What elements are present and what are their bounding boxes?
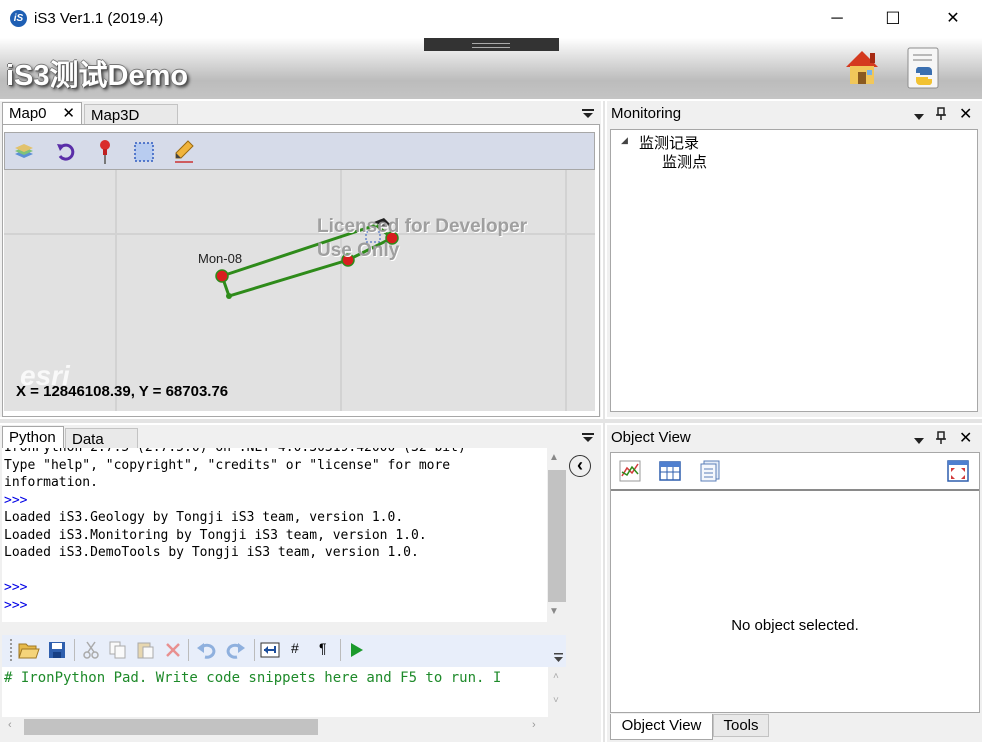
scroll-up-icon[interactable]: ▲ [549,452,559,463]
tree-item-monitoring-records[interactable]: 监测记录 [639,132,699,153]
maximize-button[interactable]: ☐ [870,0,916,38]
watermark-line2: Use Only [317,240,400,261]
scrollbar-thumb[interactable] [548,470,566,602]
pad-horizontal-scrollbar[interactable]: ‹ › [2,717,547,737]
banner-title: iS3测试Demo [6,60,189,92]
toolbar-overflow-icon[interactable] [554,653,564,665]
tab-object-view[interactable]: Object View [610,714,713,740]
copy-icon[interactable] [109,641,127,662]
license-watermark: Licensed for Developer Use Only [317,215,527,263]
tab-tools[interactable]: Tools [713,714,769,737]
map-coordinates: X = 12846108.39, Y = 68703.76 [16,383,229,400]
scroll-left-icon[interactable]: ‹ [8,719,12,731]
toolbar-separator [254,639,255,661]
panel-close-icon[interactable]: ✕ [959,104,972,124]
indent-icon[interactable] [260,641,280,662]
list-icon[interactable] [699,460,721,485]
python-script-icon[interactable] [904,45,944,91]
save-icon[interactable] [48,641,66,662]
object-view-content: No object selected. [610,452,980,713]
scroll-down-icon[interactable]: ˅ [553,695,559,706]
console-line: Loaded iS3.Monitoring by Tongji iS3 team… [4,527,427,543]
toolbar-separator [188,639,189,661]
object-view-title: Object View [611,429,691,446]
pad-toolbar: # ¶ [2,635,566,667]
pin-icon[interactable] [935,107,947,124]
select-rectangle-icon[interactable] [133,141,155,166]
panel-dropdown-icon[interactable] [913,433,925,449]
tab-map0[interactable]: Map0 ✕ [2,102,82,126]
console-line: Loaded iS3.DemoTools by Tongji iS3 team,… [4,545,419,560]
scroll-right-icon[interactable]: › [532,719,536,731]
console-prompt: >>> [4,492,28,508]
delete-icon[interactable] [164,641,182,662]
collapse-circle-button[interactable]: ‹ [569,455,591,477]
refresh-icon[interactable] [55,141,77,166]
tab-close-icon[interactable]: ✕ [62,103,75,125]
window-title: iS3 Ver1.1 (2019.4) [34,10,164,27]
monitoring-title: Monitoring [611,105,682,122]
pin-icon[interactable] [935,431,947,448]
map-canvas[interactable]: Mon-08 Licensed for Developer Use Only e… [4,170,595,411]
python-console[interactable]: IronPython 2.7.5 (2.7.5.0) on .NET 4.0.3… [2,448,567,622]
console-prompt: >>> [4,597,28,613]
map-toolbar [4,132,595,170]
table-icon[interactable] [659,460,681,485]
title-bar: iS iS3 Ver1.1 (2019.4) ─ ☐ ✕ [0,0,982,38]
tab-map0-label: Map0 [9,105,47,122]
pad-vertical-scrollbar[interactable]: ˄ ˅ [548,667,568,717]
home-icon[interactable] [844,47,880,87]
open-folder-icon[interactable] [18,641,40,662]
close-button[interactable]: ✕ [930,0,976,38]
minimize-button[interactable]: ─ [814,0,860,38]
pin-icon[interactable] [97,139,113,168]
toolbar-separator [340,639,341,661]
banner: iS3测试Demo [0,38,982,99]
pad-code-line: # IronPython Pad. Write code snippets he… [4,670,502,686]
console-scrollbar[interactable]: ▲ ▼ [547,448,567,622]
scroll-up-icon[interactable]: ˄ [553,671,559,682]
is3-logo-icon: iS [10,10,27,27]
tree-expander-icon[interactable]: ◢ [621,135,628,146]
console-prompt: >>> [4,580,28,595]
horizontal-splitter[interactable] [0,419,982,423]
hash-button[interactable]: # [291,640,299,656]
chart-icon[interactable] [619,460,641,485]
panel-dropdown-icon[interactable] [913,109,925,125]
paste-icon[interactable] [136,641,154,662]
tree-item-monitoring-points[interactable]: 监测点 [662,151,707,172]
console-line: Loaded iS3.Geology by Tongji iS3 team, v… [4,510,404,525]
cut-icon[interactable] [82,641,100,662]
pencil-icon[interactable] [173,139,195,166]
layers-icon[interactable] [13,142,35,165]
ribbon-collapse-handle[interactable] [424,38,559,51]
toolbar-grip [10,639,12,661]
panel-dropdown-icon[interactable] [580,107,596,123]
console-line: information. [4,475,98,490]
scroll-down-icon[interactable]: ▼ [549,606,559,617]
toolbar-separator [74,639,75,661]
console-output: IronPython 2.7.5 (2.7.5.0) on .NET 4.0.3… [4,448,466,614]
tab-python[interactable]: Python [2,426,64,450]
panel-dropdown-icon[interactable] [582,431,594,447]
empty-state-message: No object selected. [731,617,859,634]
monitoring-tree: ◢ 监测记录 监测点 [610,129,978,412]
console-line: Type "help", "copyright", "credits" or "… [4,457,451,473]
marker-label: Mon-08 [198,251,243,266]
panel-close-icon[interactable]: ✕ [959,428,972,448]
pilcrow-button[interactable]: ¶ [319,640,327,656]
monitoring-panel: Monitoring ✕ ◢ 监测记录 监测点 [607,101,982,417]
object-view-panel: Object View ✕ No object selected. Object… [607,425,982,742]
scrollbar-thumb[interactable] [24,719,318,735]
undo-icon[interactable] [196,641,216,662]
fit-view-icon[interactable] [947,460,969,485]
redo-icon[interactable] [226,641,246,662]
watermark-line1: Licensed for Developer [317,216,528,237]
console-line: IronPython 2.7.5 (2.7.5.0) on .NET 4.0.3… [4,448,466,457]
run-icon[interactable] [349,641,365,662]
pad-editor[interactable]: # IronPython Pad. Write code snippets he… [2,667,568,717]
object-view-toolbar [611,453,979,491]
